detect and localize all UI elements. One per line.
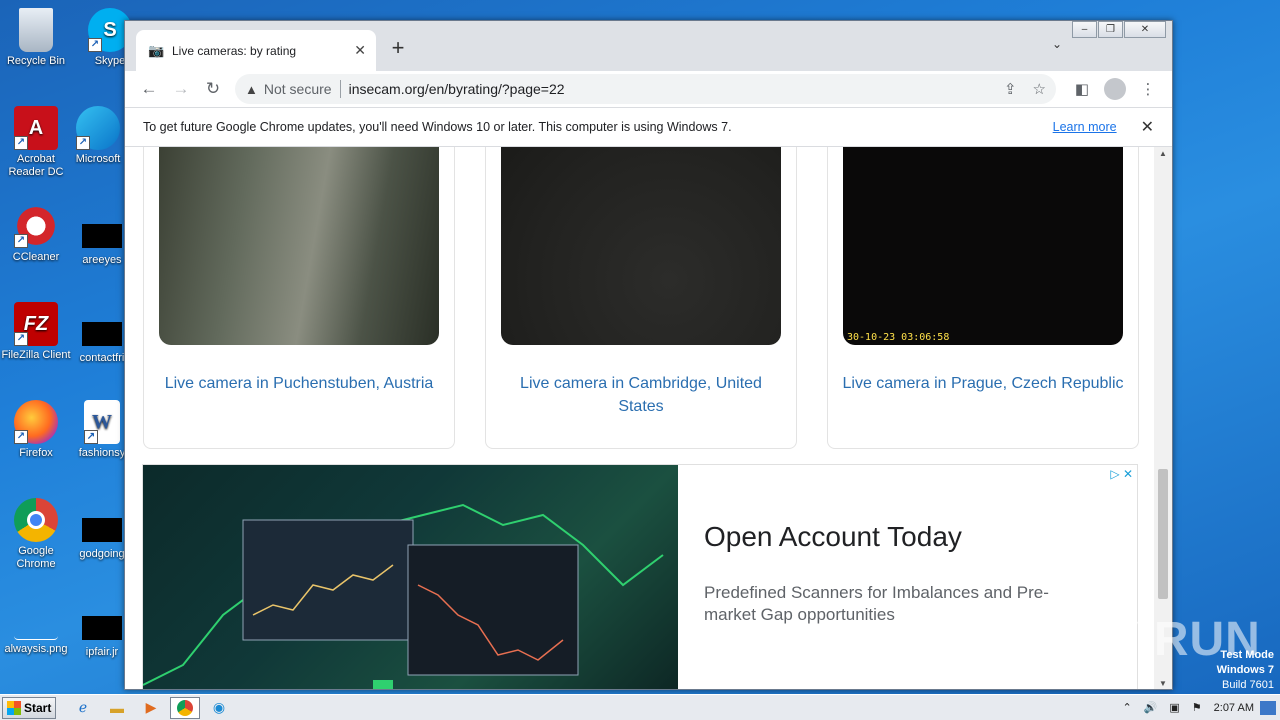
scroll-thumb[interactable] — [1158, 469, 1168, 599]
address-bar[interactable]: ▲ Not secure insecam.org/en/byrating/?pa… — [235, 74, 1056, 104]
camera-caption-link[interactable]: Live camera in Prague, Czech Republic — [840, 372, 1126, 395]
share-icon[interactable]: ⇪ — [1004, 80, 1017, 98]
chrome-window: 📷 Live cameras: by rating ✕ + ⌄ – ❐ ✕ ← … — [124, 20, 1173, 690]
restore-button[interactable]: ❐ — [1098, 21, 1123, 38]
url-text[interactable]: insecam.org/en/byrating/?page=22 — [349, 81, 988, 97]
taskbar-ie-icon[interactable]: ℯ — [68, 697, 98, 719]
toolbar: ← → ↻ ▲ Not secure insecam.org/en/byrati… — [125, 71, 1172, 107]
divider — [339, 80, 341, 98]
camera-thumbnail[interactable]: 30-10-23 03:06:58 — [843, 147, 1123, 345]
test-mode-watermark: Test Mode Windows 7 Build 7601 — [1216, 649, 1274, 691]
desktop-icon-filezilla[interactable]: FZ ↗ FileZilla Client — [0, 302, 72, 362]
new-tab-button[interactable]: + — [387, 35, 409, 61]
scroll-up-arrow-icon[interactable]: ▲ — [1154, 147, 1172, 161]
ad-choices-icon[interactable]: ▷ ✕ — [1110, 467, 1133, 481]
network-icon[interactable]: ▣ — [1169, 701, 1179, 714]
tab-title: Live cameras: by rating — [172, 43, 297, 58]
file-icon — [82, 322, 122, 346]
taskbar-explorer-icon[interactable]: ▬ — [102, 697, 132, 719]
desktop-icon-firefox[interactable]: ↗ Firefox — [0, 400, 72, 460]
reload-icon[interactable]: ↻ — [197, 79, 229, 99]
taskbar-edge-icon[interactable]: ◉ — [204, 697, 234, 719]
camera-caption-link[interactable]: Live camera in Cambridge, United States — [498, 372, 784, 418]
profile-avatar-icon[interactable] — [1104, 78, 1126, 100]
camera-card[interactable]: Live camera in Cambridge, United States — [485, 147, 797, 449]
bookmark-star-icon[interactable]: ☆ — [1033, 80, 1046, 98]
advertisement[interactable]: ▷ ✕ Open Account Today Predefined Scanne… — [142, 464, 1138, 689]
camera-card[interactable]: 30-10-23 03:06:58 Live camera in Prague,… — [827, 147, 1139, 449]
tray-expand-icon[interactable]: ⌃ — [1122, 701, 1131, 714]
system-tray: ⌃ 🔊 ▣ ⚑ 2:07 AM — [1116, 700, 1280, 715]
desktop-icon-chrome[interactable]: Google Chrome — [0, 498, 72, 571]
scroll-down-arrow-icon[interactable]: ▼ — [1154, 677, 1172, 689]
taskbar-media-player-icon[interactable]: ▶ — [136, 697, 166, 719]
trading-chart-illustration — [143, 503, 664, 689]
clock[interactable]: 2:07 AM — [1214, 702, 1254, 714]
show-desktop-button[interactable] — [1260, 700, 1276, 715]
title-bar: 📷 Live cameras: by rating ✕ + ⌄ – ❐ ✕ — [125, 21, 1172, 71]
tab-close-icon[interactable]: ✕ — [354, 42, 366, 59]
warning-icon: ▲ — [245, 81, 258, 97]
learn-more-link[interactable]: Learn more — [1053, 120, 1117, 134]
file-icon — [82, 224, 122, 248]
word-doc-icon: W ↗ — [84, 400, 120, 444]
windows-logo-icon — [7, 700, 21, 715]
start-button[interactable]: Start — [2, 696, 56, 719]
tab-search-chevron-icon[interactable]: ⌄ — [1052, 37, 1062, 51]
ad-image[interactable] — [143, 465, 678, 689]
tab-live-cameras[interactable]: 📷 Live cameras: by rating ✕ — [136, 30, 376, 71]
vertical-scrollbar[interactable]: ▲ ▼ — [1154, 147, 1172, 689]
desktop-icon-recycle-bin[interactable]: Recycle Bin — [0, 8, 72, 68]
action-center-flag-icon[interactable]: ⚑ — [1192, 701, 1202, 714]
firefox-icon: ↗ — [14, 400, 58, 444]
recycle-bin-icon — [19, 8, 53, 52]
camera-thumbnail[interactable] — [501, 147, 781, 345]
ad-title[interactable]: Open Account Today — [704, 521, 962, 553]
acrobat-icon: A ↗ — [14, 106, 58, 150]
camera-timestamp: 30-10-23 03:06:58 — [847, 332, 950, 343]
edge-icon: ↗ — [76, 106, 120, 150]
taskbar-chrome-icon[interactable] — [170, 696, 200, 719]
side-panel-icon[interactable]: ◧ — [1066, 80, 1098, 98]
minimize-button[interactable]: – — [1072, 21, 1097, 38]
menu-kebab-icon[interactable]: ⋮ — [1132, 80, 1164, 98]
camera-caption-link[interactable]: Live camera in Puchenstuben, Austria — [156, 372, 442, 395]
desktop-icon-alwaysis[interactable]: alwaysis.png — [0, 604, 72, 656]
camera-favicon-icon: 📷 — [148, 42, 165, 58]
infobar-close-icon[interactable]: ✕ — [1141, 117, 1154, 137]
camera-thumbnail[interactable] — [159, 147, 439, 345]
back-arrow-icon[interactable]: ← — [133, 79, 165, 99]
chrome-icon — [14, 498, 58, 542]
volume-icon[interactable]: 🔊 — [1144, 701, 1158, 714]
desktop-icon-ccleaner[interactable]: ↗ CCleaner — [0, 204, 72, 264]
window-controls: – ❐ ✕ — [1071, 21, 1166, 38]
file-icon — [82, 616, 122, 640]
forward-arrow-icon[interactable]: → — [165, 79, 197, 99]
page-content: Live camera in Puchenstuben, Austria Liv… — [125, 147, 1155, 689]
filezilla-icon: FZ ↗ — [14, 302, 58, 346]
image-file-icon — [14, 604, 58, 640]
close-window-button[interactable]: ✕ — [1124, 21, 1166, 38]
camera-card[interactable]: Live camera in Puchenstuben, Austria — [143, 147, 455, 449]
update-infobar: To get future Google Chrome updates, you… — [125, 107, 1172, 147]
file-icon — [82, 518, 122, 542]
infobar-message: To get future Google Chrome updates, you… — [143, 120, 732, 134]
ccleaner-icon: ↗ — [14, 204, 58, 248]
not-secure-label: Not secure — [263, 81, 332, 97]
taskbar: Start ℯ ▬ ▶ ◉ ⌃ 🔊 ▣ ⚑ 2:07 AM — [0, 694, 1280, 720]
